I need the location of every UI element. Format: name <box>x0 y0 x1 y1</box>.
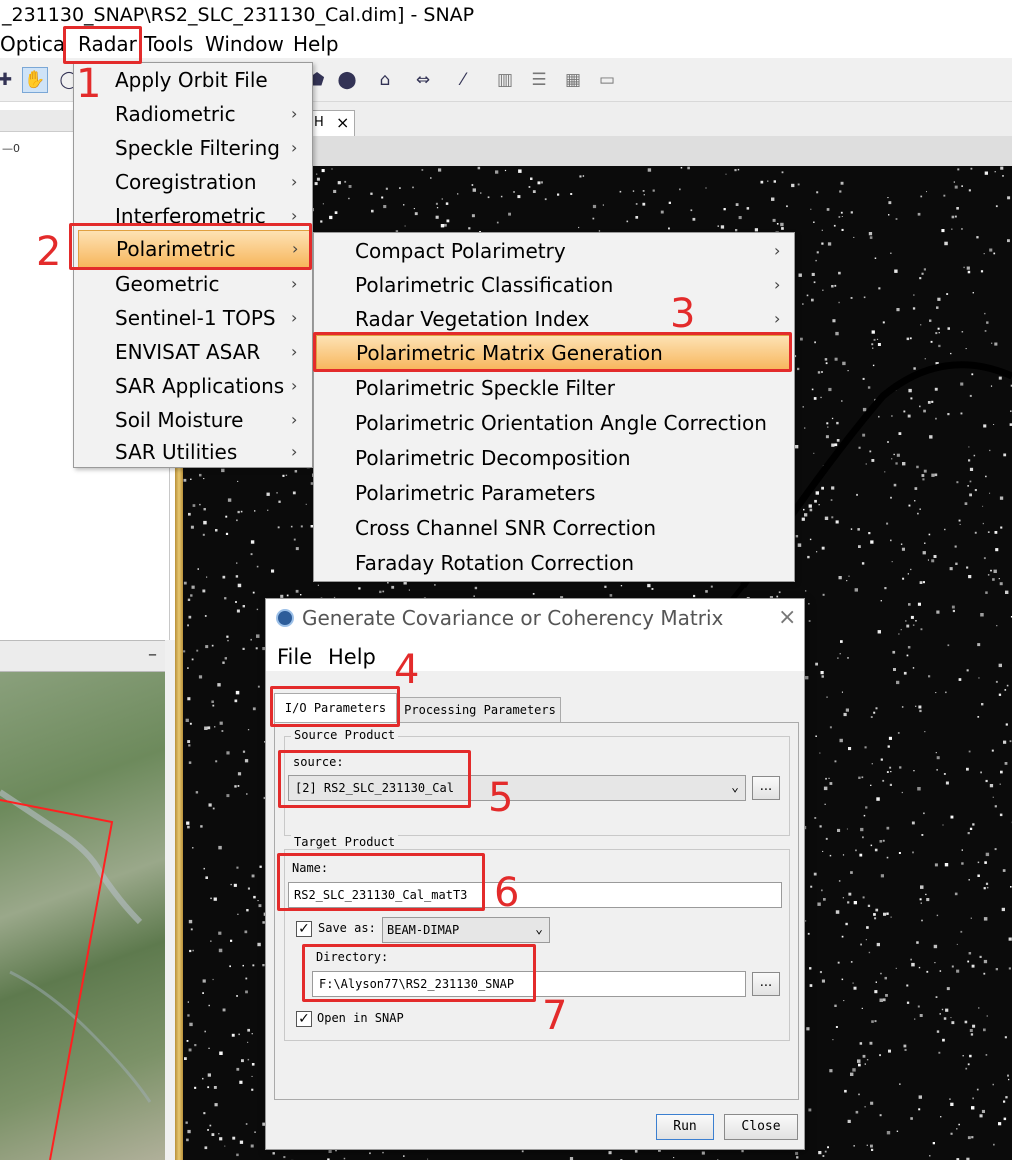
run-button[interactable]: Run <box>656 1114 714 1140</box>
chevron-right-icon: › <box>291 442 298 461</box>
chevron-right-icon: › <box>291 308 298 327</box>
menu-item-radar-vegetation-index[interactable]: Radar Vegetation Index › <box>314 302 794 336</box>
dialog-menu-file[interactable]: File <box>277 640 312 674</box>
close-icon[interactable]: × <box>778 599 796 637</box>
open-in-snap-label: Open in SNAP <box>317 1011 404 1025</box>
menu-item-polarimetric-parameters[interactable]: Polarimetric Parameters <box>314 476 794 510</box>
target-product-title: Target Product <box>291 835 399 849</box>
dialog-menubar: File Help <box>266 637 804 671</box>
magic-wand-icon[interactable]: ⁄ <box>450 67 476 93</box>
menu-item-envisat-asar[interactable]: ENVISAT ASAR › <box>74 335 312 369</box>
menu-item-geometric[interactable]: Geometric › <box>74 267 312 301</box>
snap-logo-icon <box>276 609 294 627</box>
annotation-box-source <box>278 750 471 808</box>
annotation-box-directory <box>302 944 536 1002</box>
menu-tools[interactable]: Tools <box>144 30 193 58</box>
annotation-number-3: 3 <box>670 291 696 337</box>
annotation-box-name <box>277 853 485 911</box>
annotation-number-7: 7 <box>542 993 568 1039</box>
chevron-right-icon: › <box>774 241 781 260</box>
menu-item-polarimetric-decomposition[interactable]: Polarimetric Decomposition <box>314 441 794 475</box>
chevron-down-icon: ⌄ <box>535 922 543 937</box>
hand-pan-icon[interactable]: ✋ <box>22 67 48 93</box>
dialog-titlebar[interactable]: Generate Covariance or Coherency Matrix … <box>266 599 804 637</box>
tab-close-icon[interactable]: × <box>336 111 349 135</box>
tile-horizontal-icon[interactable]: ☰ <box>526 67 552 93</box>
menu-window[interactable]: Window <box>205 30 284 58</box>
polarimetric-submenu: Compact Polarimetry › Polarimetric Classi… <box>313 232 795 582</box>
menu-item-sar-applications[interactable]: SAR Applications › <box>74 369 312 403</box>
chevron-right-icon: › <box>291 376 298 395</box>
directory-browse-button[interactable]: ... <box>752 972 780 996</box>
folder-icon[interactable]: ▭ <box>594 67 620 93</box>
annotation-number-5: 5 <box>488 775 514 821</box>
tab-processing-parameters[interactable]: Processing Parameters <box>399 697 561 723</box>
open-in-snap-checkbox[interactable]: ✓ <box>296 1011 312 1027</box>
chevron-right-icon: › <box>291 410 298 429</box>
world-map-view[interactable] <box>0 672 165 1160</box>
window-title: _231130_SNAP\RS2_SLC_231130_Cal.dim] - S… <box>0 0 1012 30</box>
chevron-right-icon: › <box>291 104 298 123</box>
menu-item-polarimetric-orientation-angle-correction[interactable]: Polarimetric Orientation Angle Correctio… <box>314 406 794 440</box>
select-tool-icon[interactable]: ✚ <box>0 67 18 93</box>
menu-help[interactable]: Help <box>293 30 339 58</box>
annotation-number-4: 4 <box>394 647 420 693</box>
menu-item-polarimetric-classification[interactable]: Polarimetric Classification › <box>314 268 794 302</box>
menu-item-soil-moisture[interactable]: Soil Moisture › <box>74 403 312 437</box>
chevron-right-icon: › <box>291 342 298 361</box>
chevron-right-icon: › <box>291 274 298 293</box>
menu-item-cross-channel-snr-correction[interactable]: Cross Channel SNR Correction <box>314 511 794 545</box>
save-as-checkbox[interactable]: ✓ <box>296 921 312 937</box>
chevron-right-icon: › <box>291 172 298 191</box>
source-browse-button[interactable]: ... <box>752 776 780 800</box>
ellipse-tool-icon[interactable]: ⬤ <box>334 67 360 93</box>
menu-optical[interactable]: Optica <box>0 30 65 58</box>
chevron-down-icon: ⌄ <box>731 780 739 795</box>
save-format-dropdown[interactable]: BEAM-DIMAP ⌄ <box>382 917 550 943</box>
tile-even-icon[interactable]: ▥ <box>492 67 518 93</box>
menu-item-coregistration[interactable]: Coregistration › <box>74 165 312 199</box>
chevron-right-icon: › <box>291 138 298 157</box>
source-product-title: Source Product <box>291 728 399 742</box>
annotation-box-matrix-generation <box>313 332 792 372</box>
menu-item-apply-orbit-file[interactable]: Apply Orbit File <box>74 63 312 97</box>
dialog-menu-help[interactable]: Help <box>328 640 376 674</box>
annotation-box-radar <box>63 26 142 64</box>
menu-item-sentinel1-tops[interactable]: Sentinel-1 TOPS › <box>74 301 312 335</box>
chevron-right-icon: › <box>774 275 781 294</box>
annotation-number-2: 2 <box>36 229 62 275</box>
close-button[interactable]: Close <box>724 1114 798 1140</box>
menu-item-speckle-filtering[interactable]: Speckle Filtering › <box>74 131 312 165</box>
annotation-box-io-tab <box>270 686 400 727</box>
ruler-icon[interactable]: ⇔ <box>410 67 436 93</box>
tab-label: H <box>314 115 324 130</box>
menu-item-compact-polarimetry[interactable]: Compact Polarimetry › <box>314 234 794 268</box>
dialog-title: Generate Covariance or Coherency Matrix <box>302 606 724 630</box>
main-menubar: Optica Radar Tools Window Help <box>0 30 1012 58</box>
menu-item-radiometric[interactable]: Radiometric › <box>74 97 312 131</box>
tile-grid-icon[interactable]: ▦ <box>560 67 586 93</box>
annotation-box-polarimetric <box>69 223 312 270</box>
panel-tiny-label: —0 <box>2 142 20 155</box>
menu-item-faraday-rotation-correction[interactable]: Faraday Rotation Correction <box>314 546 794 580</box>
menu-item-sar-utilities[interactable]: SAR Utilities › <box>74 435 312 469</box>
minimize-icon[interactable]: – <box>148 644 157 665</box>
save-format-value: BEAM-DIMAP <box>387 923 460 937</box>
annotation-number-1: 1 <box>76 61 102 107</box>
pin-tool-icon[interactable]: ⌂ <box>372 67 398 93</box>
menu-item-polarimetric-speckle-filter[interactable]: Polarimetric Speckle Filter <box>314 371 794 405</box>
annotation-number-6: 6 <box>494 870 520 916</box>
chevron-right-icon: › <box>774 309 781 328</box>
save-as-label: Save as: <box>318 921 376 935</box>
